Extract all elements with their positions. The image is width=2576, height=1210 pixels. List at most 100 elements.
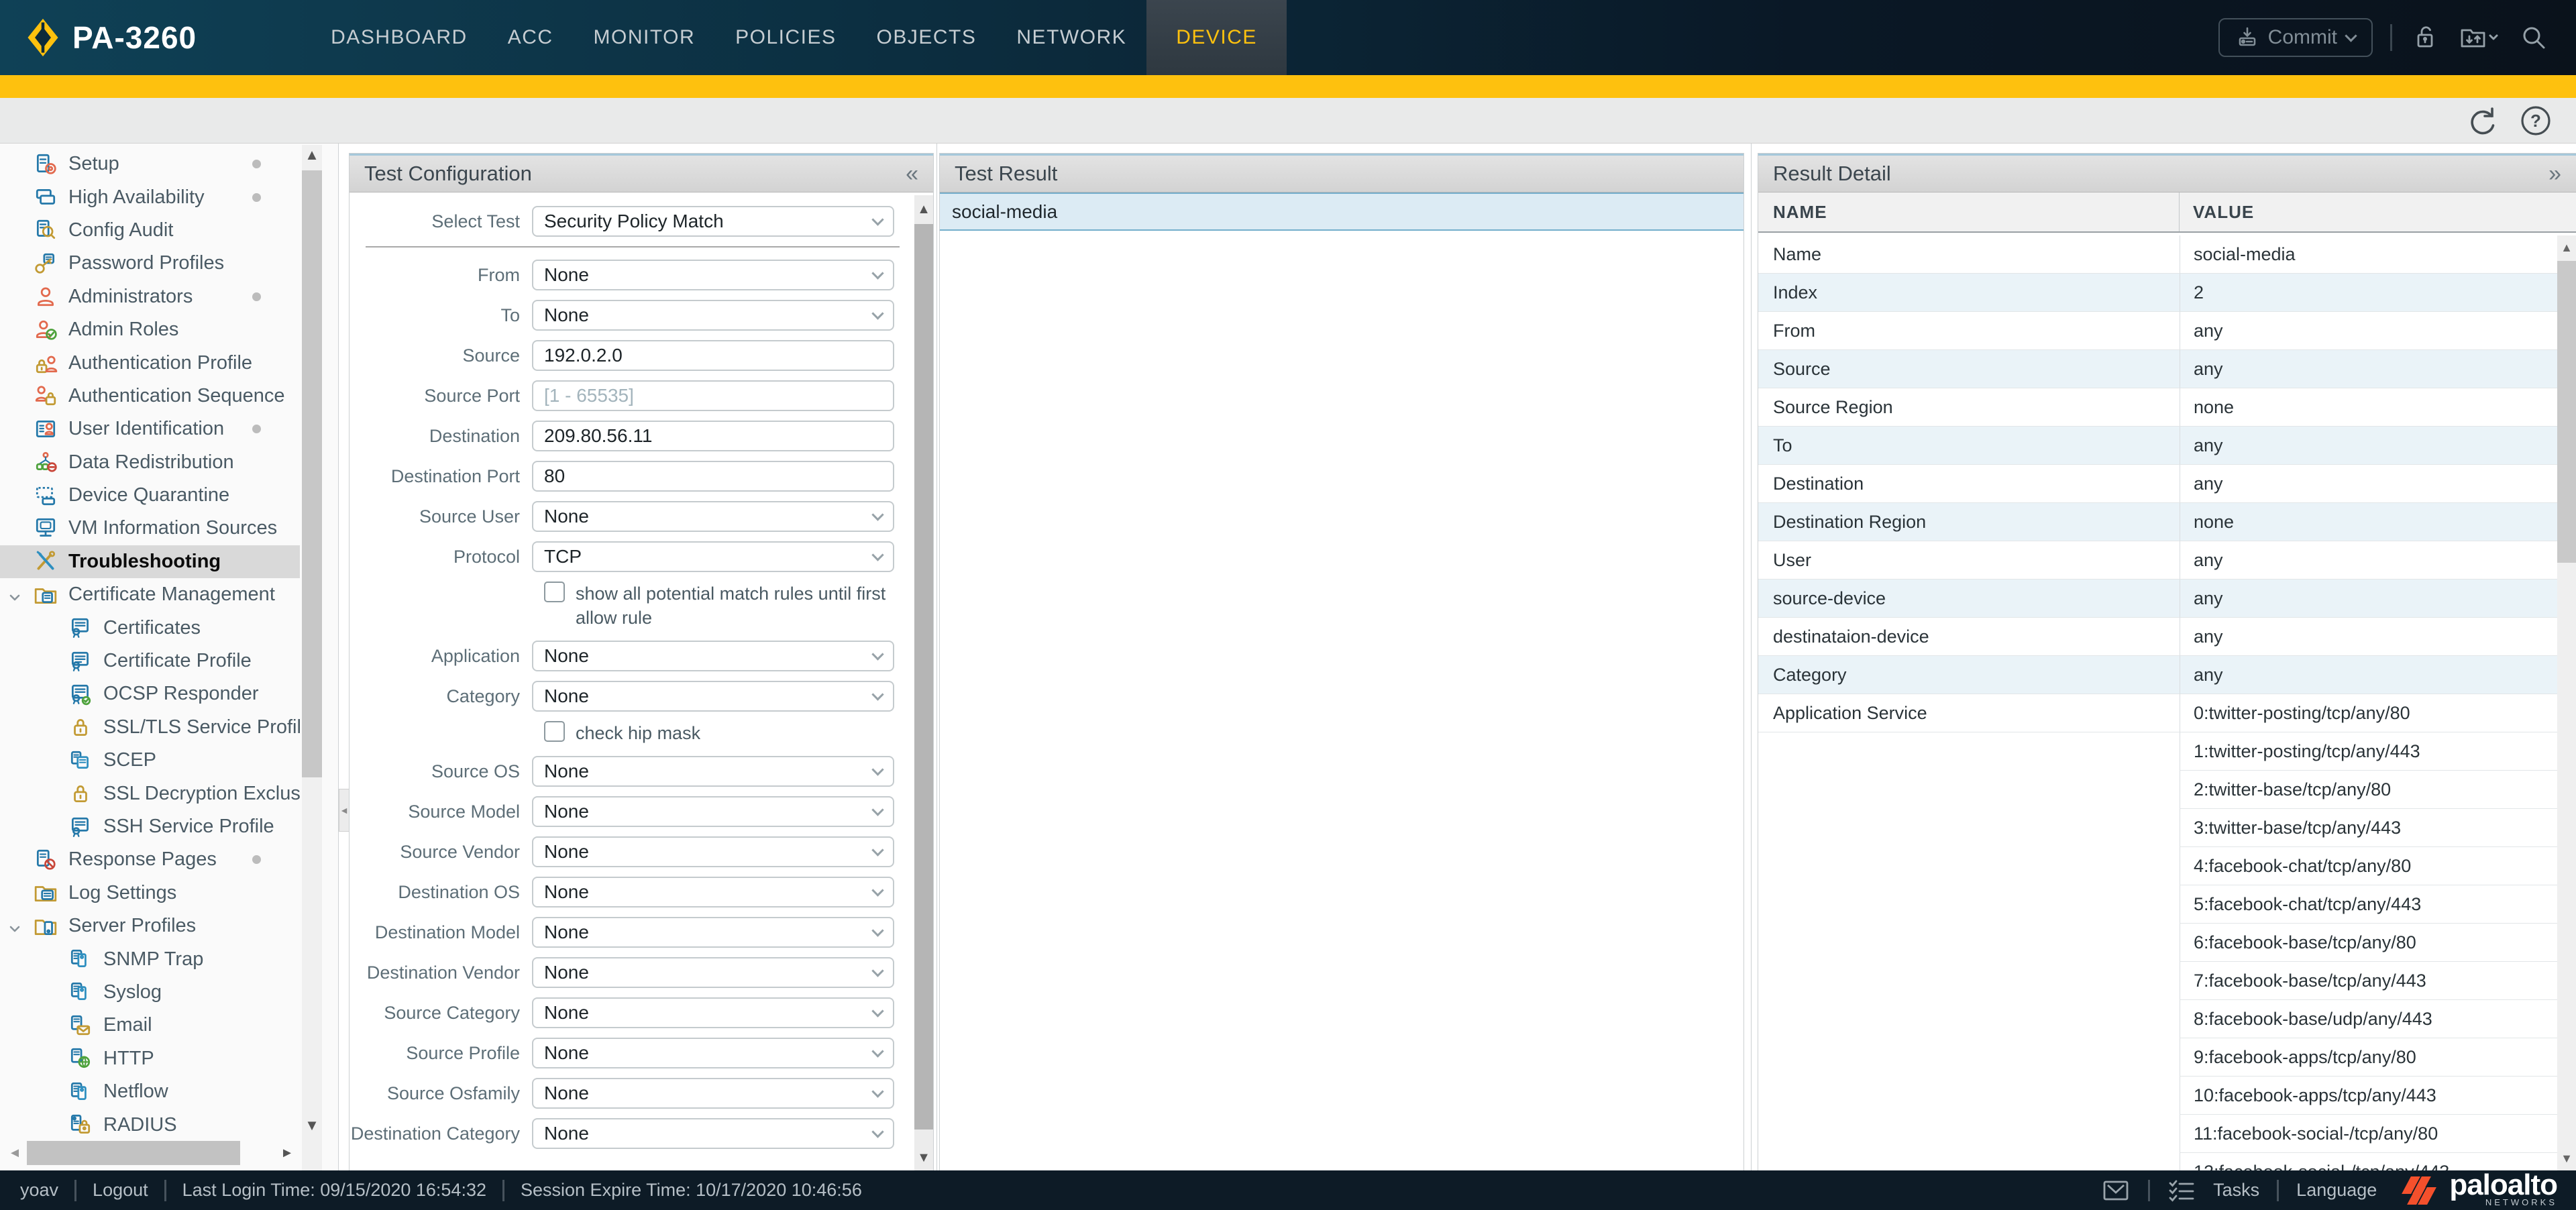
detail-scroll-up-arrow[interactable]: ▲	[2557, 238, 2576, 257]
destination-vendor-dropdown[interactable]: None	[532, 957, 894, 988]
sidebar-item-scep[interactable]: SCEP	[0, 744, 300, 777]
pane-splitter[interactable]	[1751, 144, 1752, 1170]
source-category-dropdown[interactable]: None	[532, 997, 894, 1028]
category-dropdown[interactable]: None	[532, 681, 894, 712]
tasks-icon[interactable]	[2167, 1178, 2196, 1203]
chevron-down-icon[interactable]	[8, 588, 21, 601]
source-user-dropdown[interactable]: None	[532, 501, 894, 532]
detail-scroll-down-arrow[interactable]: ▼	[2557, 1149, 2576, 1168]
nav-tab-objects[interactable]: OBJECTS	[857, 0, 997, 75]
destination-category-dropdown[interactable]: None	[532, 1118, 894, 1149]
select-test-dropdown[interactable]: Security Policy Match	[532, 206, 894, 237]
config-transfer-icon[interactable]	[2458, 22, 2501, 53]
pane-splitter[interactable]	[936, 144, 937, 1170]
to-dropdown[interactable]: None	[532, 300, 894, 331]
nav-tab-monitor[interactable]: MONITOR	[574, 0, 716, 75]
checkbox-unchecked[interactable]	[544, 582, 565, 602]
source-osfamily-dropdown[interactable]: None	[532, 1078, 894, 1109]
sidebar-vscroll-thumb[interactable]	[302, 170, 322, 777]
sidebar-item-certificate-management[interactable]: Certificate Management	[0, 578, 300, 611]
commit-button[interactable]: Commit	[2218, 18, 2373, 57]
source-model-dropdown[interactable]: None	[532, 796, 894, 827]
sidebar-scroll-down-arrow[interactable]: ▼	[302, 1115, 322, 1136]
sidebar-item-config-audit[interactable]: Config Audit	[0, 214, 300, 247]
sidebar-item-snmp-trap[interactable]: SNMP Trap	[0, 942, 300, 975]
text-input[interactable]	[544, 345, 882, 366]
sidebar-item-authentication-profile[interactable]: Authentication Profile	[0, 346, 300, 379]
text-input[interactable]	[544, 465, 882, 487]
protocol-dropdown[interactable]: TCP	[532, 541, 894, 572]
sidebar-item-high-availability[interactable]: High Availability	[0, 180, 300, 213]
logout-link[interactable]: Logout	[93, 1180, 148, 1201]
destination-input[interactable]	[532, 421, 894, 451]
config-vscroll-thumb[interactable]	[914, 224, 933, 1130]
sidebar-item-data-redistribution[interactable]: Data Redistribution	[0, 446, 300, 479]
sidebar-item-device-quarantine[interactable]: Device Quarantine	[0, 479, 300, 512]
tasks-label[interactable]: Tasks	[2213, 1180, 2259, 1201]
sidebar-item-ssl-decryption-exclusion[interactable]: SSL Decryption Exclusion	[0, 777, 300, 810]
text-input[interactable]	[544, 385, 882, 406]
checkbox-unchecked[interactable]	[544, 721, 565, 742]
sidebar-item-syslog[interactable]: Syslog	[0, 976, 300, 1009]
config-scroll-up-arrow[interactable]: ▲	[914, 199, 933, 219]
test-result-row[interactable]: social-media	[940, 192, 1743, 231]
refresh-icon[interactable]	[2465, 103, 2500, 138]
sidebar-hscroll-thumb[interactable]	[27, 1141, 240, 1165]
help-icon[interactable]: ?	[2518, 103, 2553, 138]
sidebar-item-email[interactable]: Email	[0, 1009, 300, 1042]
sidebar-item-troubleshooting[interactable]: Troubleshooting	[0, 545, 300, 578]
destination-os-dropdown[interactable]: None	[532, 877, 894, 908]
sidebar-item-label: HTTP	[103, 1048, 154, 1070]
source-vendor-dropdown[interactable]: None	[532, 836, 894, 867]
sidebar-item-label: User Identification	[68, 418, 224, 440]
collapse-panel-icon[interactable]: «	[906, 161, 918, 187]
sidebar-item-admin-roles[interactable]: Admin Roles	[0, 313, 300, 346]
sidebar-item-ssh-service-profile[interactable]: SSH Service Profile	[0, 810, 300, 843]
sidebar-item-netflow[interactable]: Netflow	[0, 1075, 300, 1108]
sidebar-item-log-settings[interactable]: Log Settings	[0, 877, 300, 910]
test-result-panel: Test Result social-media	[939, 153, 1744, 1170]
source-profile-dropdown[interactable]: None	[532, 1038, 894, 1068]
sidebar-scroll-right-arrow[interactable]: ►	[276, 1141, 298, 1165]
search-icon[interactable]	[2518, 22, 2549, 53]
chevron-down-icon[interactable]	[8, 919, 21, 932]
sidebar-item-vm-information-sources[interactable]: VM Information Sources	[0, 512, 300, 545]
sidebar-item-setup[interactable]: Setup	[0, 148, 300, 180]
sidebar-item-http[interactable]: HTTP	[0, 1042, 300, 1075]
sidebar-scroll-left-arrow[interactable]: ◄	[4, 1141, 25, 1165]
destination-port-input[interactable]	[532, 461, 894, 492]
sidebar-item-authentication-sequence[interactable]: Authentication Sequence	[0, 380, 300, 412]
sidebar-scroll-up-arrow[interactable]: ▲	[302, 145, 322, 165]
source-port-input[interactable]	[532, 380, 894, 411]
destination-model-dropdown[interactable]: None	[532, 917, 894, 948]
nav-tab-network[interactable]: NETWORK	[996, 0, 1146, 75]
source-os-dropdown[interactable]: None	[532, 756, 894, 787]
sidebar-item-radius[interactable]: RADIUS	[0, 1108, 300, 1141]
nav-tab-acc[interactable]: ACC	[488, 0, 574, 75]
sidebar-item-administrators[interactable]: Administrators	[0, 280, 300, 313]
language-label[interactable]: Language	[2296, 1180, 2377, 1201]
chevron-down-icon	[871, 267, 883, 279]
nav-tab-device[interactable]: DEVICE	[1146, 0, 1287, 75]
sidebar-item-ssl-tls-service-profile[interactable]: SSL/TLS Service Profile	[0, 711, 300, 744]
text-input[interactable]	[544, 425, 882, 447]
sidebar-item-password-profiles[interactable]: Password Profiles	[0, 247, 300, 280]
sidebar-item-user-identification[interactable]: User Identification	[0, 412, 300, 445]
detail-vscroll-thumb[interactable]	[2557, 261, 2576, 563]
config-scroll-down-arrow[interactable]: ▼	[914, 1148, 933, 1168]
sidebar-item-certificates[interactable]: Certificates	[0, 611, 300, 644]
nav-tab-dashboard[interactable]: DASHBOARD	[311, 0, 488, 75]
application-dropdown[interactable]: None	[532, 641, 894, 671]
messages-icon[interactable]	[2101, 1177, 2131, 1204]
expand-panel-icon[interactable]: »	[2548, 161, 2561, 187]
unlock-icon[interactable]	[2410, 22, 2440, 53]
from-dropdown[interactable]: None	[532, 260, 894, 290]
sidebar-collapse-handle[interactable]: ◄	[339, 789, 350, 832]
chevron-down-icon	[871, 549, 883, 561]
sidebar-item-response-pages[interactable]: Response Pages	[0, 843, 300, 876]
sidebar-item-server-profiles[interactable]: Server Profiles	[0, 910, 300, 942]
nav-tab-policies[interactable]: POLICIES	[715, 0, 856, 75]
sidebar-item-ocsp-responder[interactable]: OCSP Responder	[0, 677, 300, 710]
sidebar-item-certificate-profile[interactable]: Certificate Profile	[0, 645, 300, 677]
source-input[interactable]	[532, 340, 894, 371]
